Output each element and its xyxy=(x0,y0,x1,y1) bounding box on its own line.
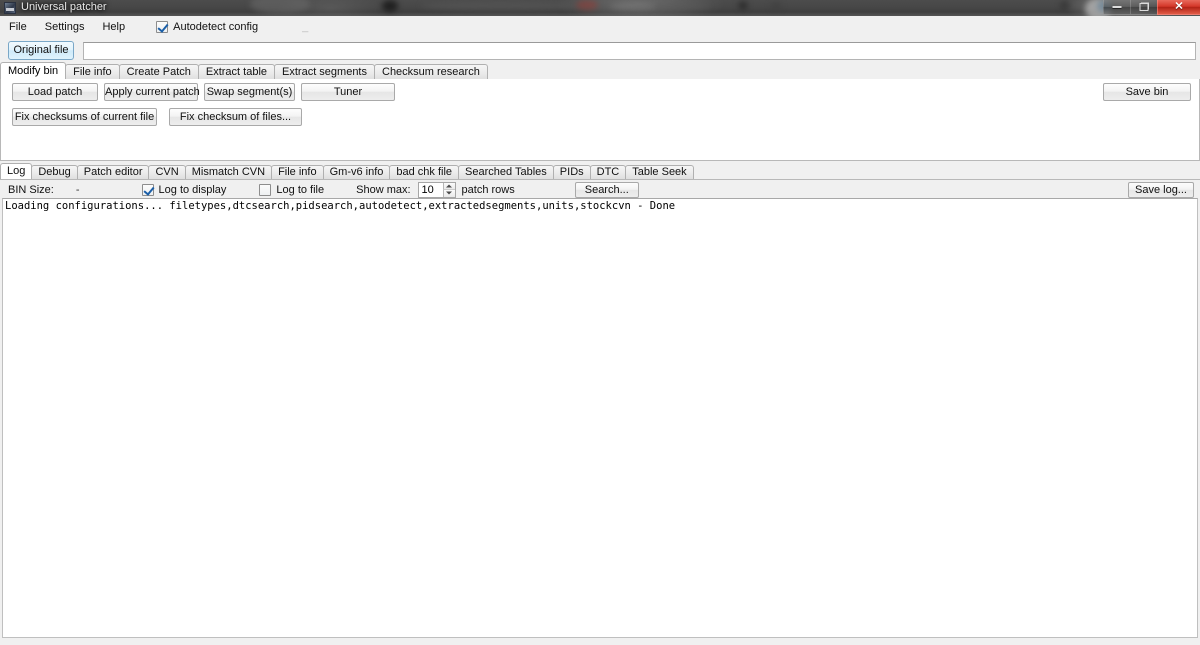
log-tab-pids[interactable]: PIDs xyxy=(552,165,591,179)
maximize-restore-button[interactable] xyxy=(1130,0,1157,15)
autodetect-config-label: Autodetect config xyxy=(173,21,259,33)
search-button[interactable]: Search... xyxy=(574,181,639,198)
desktop-blur-smudge xyxy=(420,2,580,10)
bin-size-value: - xyxy=(75,183,80,196)
original-file-row: Original file xyxy=(0,39,1200,62)
checkbox-box xyxy=(141,183,154,196)
log-tab-strip: Log Debug Patch editor CVN Mismatch CVN … xyxy=(0,163,1200,180)
tab-create-patch[interactable]: Create Patch xyxy=(118,64,199,79)
log-tab-dtc[interactable]: DTC xyxy=(589,165,627,179)
save-log-button[interactable]: Save log... xyxy=(1128,181,1194,198)
log-output-area[interactable]: Loading configurations... filetypes,dtcs… xyxy=(2,198,1198,638)
window-title: Universal patcher xyxy=(21,1,107,13)
desktop-blur-smudge xyxy=(382,0,398,12)
main-tab-strip: Modify bin File info Create Patch Extrac… xyxy=(0,62,1200,80)
load-patch-button[interactable]: Load patch xyxy=(12,83,98,101)
swap-segments-button[interactable]: Swap segment(s) xyxy=(204,83,295,101)
chevron-up-icon xyxy=(446,184,453,188)
desktop-blur-smudge xyxy=(738,1,748,10)
log-to-display-label: Log to display xyxy=(158,183,227,196)
autodetect-config-checkbox[interactable]: Autodetect config xyxy=(156,21,258,33)
log-tab-searched-tables[interactable]: Searched Tables xyxy=(458,165,554,179)
apply-current-patch-button[interactable]: Apply current patch xyxy=(104,83,200,101)
minimize-button[interactable] xyxy=(1103,0,1130,15)
show-max-label: Show max: xyxy=(356,183,411,196)
title-bar: Universal patcher ✕ xyxy=(0,0,1200,16)
desktop-blur-smudge xyxy=(576,0,598,10)
show-max-stepper[interactable]: 10 xyxy=(417,181,456,198)
restore-icon xyxy=(1139,3,1149,11)
close-icon: ✕ xyxy=(1174,0,1184,13)
log-tab-bad-chk-file[interactable]: bad chk file xyxy=(389,165,460,179)
patch-rows-label: patch rows xyxy=(461,183,515,196)
log-tab-debug[interactable]: Debug xyxy=(31,165,78,179)
log-to-file-checkbox[interactable]: Log to file xyxy=(259,183,325,196)
stepper-decrement-button[interactable] xyxy=(442,190,455,197)
save-bin-button[interactable]: Save bin xyxy=(1103,83,1191,101)
log-tab-gm-v6-info[interactable]: Gm-v6 info xyxy=(322,165,391,179)
desktop-blur-smudge xyxy=(250,0,310,14)
menu-item-file[interactable]: File xyxy=(0,18,36,36)
app-icon xyxy=(4,2,16,14)
menu-bar: File Settings Help Autodetect config _ xyxy=(0,16,1200,38)
tab-checksum-research[interactable]: Checksum research xyxy=(374,64,488,79)
tab-modify-bin[interactable]: Modify bin xyxy=(0,62,67,79)
menu-item-settings[interactable]: Settings xyxy=(36,18,94,36)
bin-size-label: BIN Size: xyxy=(8,183,54,196)
desktop-blur-smudge xyxy=(1060,1,1070,10)
menu-item-help[interactable]: Help xyxy=(93,18,134,36)
close-button[interactable]: ✕ xyxy=(1157,0,1200,15)
modify-bin-button-row-primary: Load patch Apply current patch Swap segm… xyxy=(12,83,395,101)
log-tab-patch-editor[interactable]: Patch editor xyxy=(76,165,150,179)
tab-file-info[interactable]: File info xyxy=(65,64,120,79)
fix-checksum-of-files-button[interactable]: Fix checksum of files... xyxy=(169,108,302,126)
original-file-button[interactable]: Original file xyxy=(8,41,74,60)
window-controls: ✕ xyxy=(1103,0,1200,16)
log-tab-cvn[interactable]: CVN xyxy=(148,165,186,179)
log-tab-file-info[interactable]: File info xyxy=(271,165,324,179)
tab-extract-table[interactable]: Extract table xyxy=(197,64,276,79)
desktop-blur-smudge xyxy=(630,3,710,10)
application-window: Universal patcher ✕ File Settings Help A… xyxy=(0,0,1200,645)
log-tab-table-seek[interactable]: Table Seek xyxy=(625,165,694,179)
desktop-blur-smudge xyxy=(770,2,782,10)
desktop-blur-smudge xyxy=(610,3,656,10)
modify-bin-button-row-secondary: Fix checksums of current file Fix checks… xyxy=(12,108,302,126)
log-tab-log[interactable]: Log xyxy=(0,163,33,179)
log-to-display-checkbox[interactable]: Log to display xyxy=(141,183,227,196)
show-max-value: 10 xyxy=(421,183,434,196)
minimize-icon xyxy=(1112,6,1122,8)
tab-extract-segments[interactable]: Extract segments xyxy=(274,64,375,79)
log-to-file-label: Log to file xyxy=(276,183,325,196)
modify-bin-panel: Load patch Apply current patch Swap segm… xyxy=(0,79,1200,161)
checkbox-box xyxy=(156,21,169,33)
stepper-buttons xyxy=(442,182,455,197)
chevron-down-icon xyxy=(446,191,453,195)
stepper-increment-button[interactable] xyxy=(442,182,455,190)
tuner-button[interactable]: Tuner xyxy=(301,83,395,101)
checkbox-box xyxy=(259,183,272,196)
original-file-path-input[interactable] xyxy=(83,41,1196,60)
log-controls-row: BIN Size: - Log to display Log to file S… xyxy=(0,181,1200,198)
log-line: Loading configurations... filetypes,dtcs… xyxy=(5,200,676,212)
trailing-mark: _ xyxy=(302,21,309,33)
fix-checksums-current-file-button[interactable]: Fix checksums of current file xyxy=(12,108,157,126)
log-tab-mismatch-cvn[interactable]: Mismatch CVN xyxy=(184,165,273,179)
